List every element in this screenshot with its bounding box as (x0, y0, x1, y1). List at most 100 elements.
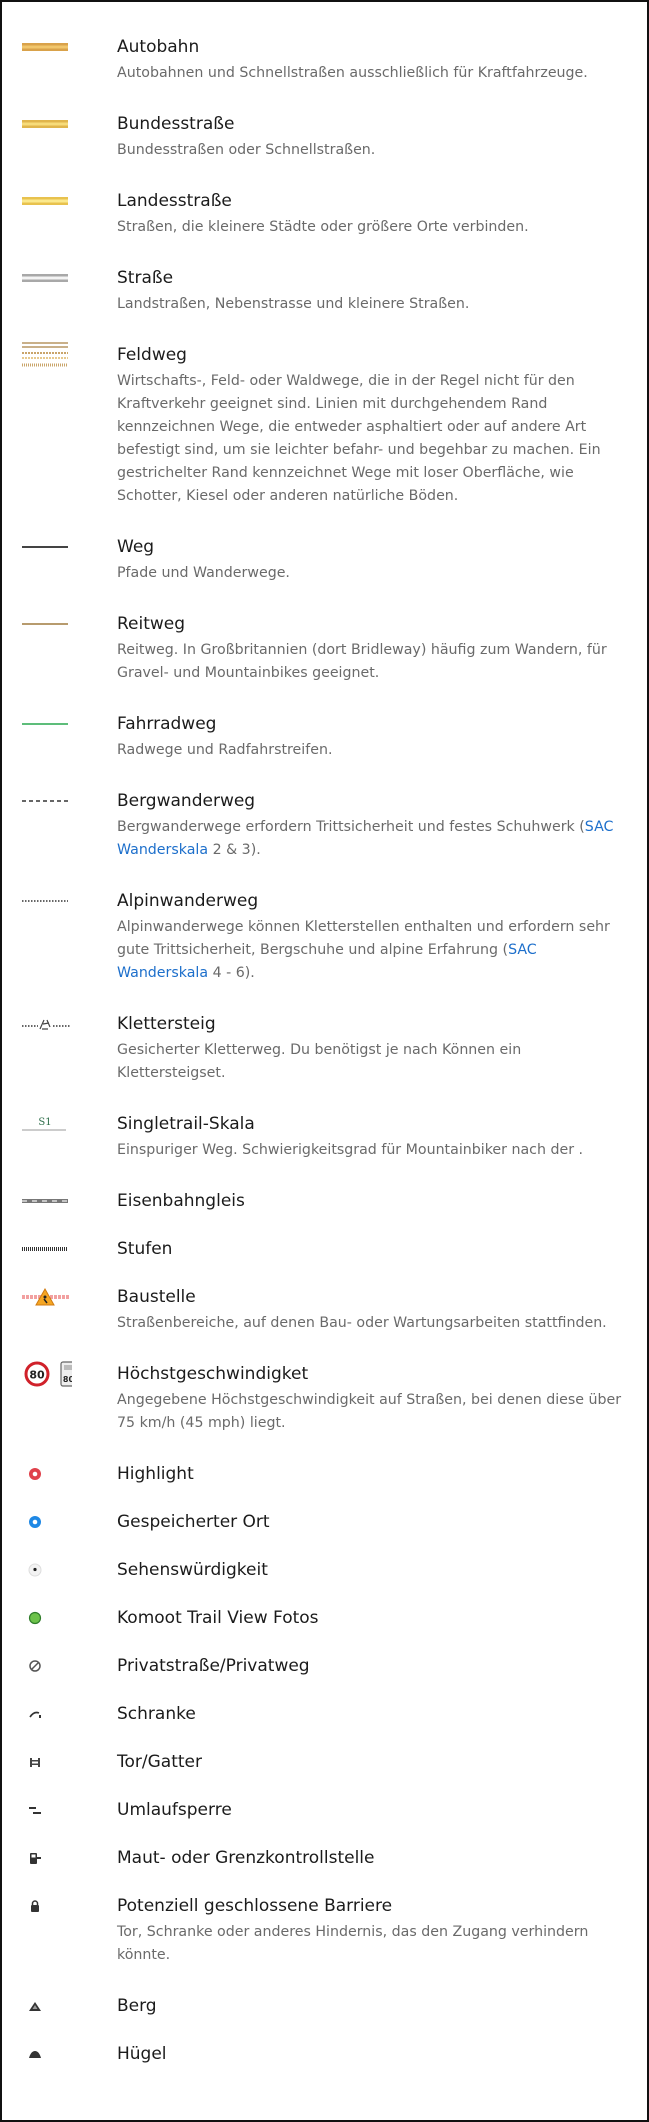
singletrail-s1-icon: S1 (22, 1111, 72, 1137)
legend-item-title: Reitweg (117, 614, 186, 634)
legend-item: Privatstraße/Privatweg (2, 1643, 647, 1691)
legend-item: Alpinwanderweg Alpinwanderwege können Kle… (2, 878, 647, 1001)
landesstrasse-line-icon (22, 188, 72, 214)
svg-text:S1: S1 (38, 1117, 51, 1128)
legend-item-title: Autobahn (117, 37, 200, 57)
legend-item: Gespeicherter Ort (2, 1499, 647, 1547)
description-text: Einspuriger Weg. Schwierigkeitsgrad für … (117, 1142, 584, 1158)
steps-line-icon (22, 1236, 72, 1262)
legend-item-title: Berg (117, 1996, 157, 2016)
trail-view-marker-icon (22, 1605, 78, 1631)
legend-item-title: Bundesstraße (117, 114, 235, 134)
legend-item-title: Maut- oder Grenzkontrollstelle (117, 1848, 375, 1868)
legend-item-title: Alpinwanderweg (117, 891, 259, 911)
speed-limit-icon: 80 80 (22, 1361, 72, 1387)
legend-item-title: Umlaufsperre (117, 1800, 232, 1820)
legend-item-title: Eisenbahngleis (117, 1191, 245, 1211)
legend-item: Stufen (2, 1226, 647, 1274)
svg-text:80: 80 (63, 1375, 72, 1384)
legend-item-title: Stufen (117, 1239, 173, 1259)
description-text: Bundesstraßen oder Schnellstraßen. (117, 142, 376, 158)
legend-item-description: Angegebene Höchstgeschwindigkeit auf Str… (117, 1389, 627, 1435)
description-text: Radwege und Radfahrstreifen. (117, 742, 333, 758)
weg-line-icon (22, 534, 72, 560)
legend-item: Maut- oder Grenzkontrollstelle (2, 1835, 647, 1883)
legend-item-title: Schranke (117, 1704, 196, 1724)
description-text: Pfade und Wanderwege. (117, 565, 290, 581)
legend-item: Fahrradweg Radwege und Radfahrstreifen. (2, 701, 647, 778)
saved-place-marker-icon (22, 1509, 78, 1535)
legend-item-title: Bergwanderweg (117, 791, 256, 811)
feldweg-line-icon (22, 342, 72, 368)
description-text: Bergwanderwege erfordern Trittsicherheit… (117, 819, 585, 835)
legend-item-description: Autobahnen und Schnellstraßen ausschließ… (117, 62, 627, 85)
highlight-marker-icon (22, 1461, 78, 1487)
hill-icon (22, 2041, 78, 2067)
legend-item-description: Straßenbereiche, auf denen Bau- oder War… (117, 1312, 627, 1335)
description-text: Angegebene Höchstgeschwindigkeit auf Str… (117, 1392, 622, 1431)
legend-item-title: Weg (117, 537, 155, 557)
svg-text:80: 80 (29, 1369, 45, 1382)
legend-item: Berg (2, 1983, 647, 2031)
legend-item: Tor/Gatter (2, 1739, 647, 1787)
description-text: Straßenbereiche, auf denen Bau- oder War… (117, 1315, 607, 1331)
legend-item: Schranke (2, 1691, 647, 1739)
description-text: Landstraßen, Nebenstrasse und kleinere S… (117, 296, 470, 312)
legend-item-title: Höchstgeschwindigket (117, 1364, 309, 1384)
legend-item-title: Privatstraße/Privatweg (117, 1656, 310, 1676)
legend-item-title: Fahrradweg (117, 714, 217, 734)
legend-item: Highlight (2, 1451, 647, 1499)
map-legend-panel: Autobahn Autobahnen und Schnellstraßen au… (0, 0, 649, 2122)
legend-item: Komoot Trail View Fotos (2, 1595, 647, 1643)
legend-item: Hügel (2, 2031, 647, 2079)
legend-list: Autobahn Autobahnen und Schnellstraßen au… (2, 24, 647, 2079)
legend-item-title: Tor/Gatter (117, 1752, 202, 1772)
description-text: Gesicherter Kletterweg. Du benötigst je … (117, 1042, 522, 1081)
legend-item-title: Singletrail-Skala (117, 1114, 255, 1134)
legend-item-title: Sehenswürdigkeit (117, 1560, 268, 1580)
legend-item: Reitweg Reitweg. In Großbritannien (dort … (2, 601, 647, 701)
description-text: Wirtschafts-, Feld- oder Waldwege, die i… (117, 373, 601, 504)
legend-item: Umlaufsperre (2, 1787, 647, 1835)
autobahn-line-icon (22, 34, 72, 60)
lock-icon (22, 1893, 78, 1919)
legend-item-description: Alpinwanderwege können Kletterstellen en… (117, 916, 627, 985)
legend-item-title: Klettersteig (117, 1014, 216, 1034)
construction-sign-icon (22, 1284, 72, 1310)
legend-item-title: Straße (117, 268, 174, 288)
legend-item-title: Potenziell geschlossene Barriere (117, 1896, 393, 1916)
reitweg-line-icon (22, 611, 72, 637)
legend-item-title: Hügel (117, 2044, 167, 2064)
legend-item-description: Pfade und Wanderwege. (117, 562, 627, 585)
legend-item-description: Landstraßen, Nebenstrasse und kleinere S… (117, 293, 627, 316)
gate-icon (22, 1749, 78, 1775)
strasse-line-icon (22, 265, 72, 291)
legend-item: Bergwanderweg Bergwanderwege erfordern Tr… (2, 778, 647, 878)
legend-item: Bundesstraße Bundesstraßen oder Schnellst… (2, 101, 647, 178)
bergwanderweg-dashed-icon (22, 788, 72, 814)
legend-item: S1 Singletrail-Skala Einspuriger Weg. Schw… (2, 1101, 647, 1178)
railway-line-icon (22, 1188, 72, 1214)
toll-booth-icon (22, 1845, 78, 1871)
legend-item: Eisenbahngleis (2, 1178, 647, 1226)
alpinwanderweg-dotted-icon (22, 888, 72, 914)
legend-item-description: Bergwanderwege erfordern Trittsicherheit… (117, 816, 627, 862)
description-text: 4 - 6). (208, 965, 255, 981)
klettersteig-icon (22, 1011, 72, 1037)
description-text: Straßen, die kleinere Städte oder größer… (117, 219, 529, 235)
legend-item-description: Bundesstraßen oder Schnellstraßen. (117, 139, 627, 162)
description-text: Autobahnen und Schnellstraßen ausschließ… (117, 65, 588, 81)
legend-item-title: Feldweg (117, 345, 187, 365)
legend-item: Klettersteig Gesicherter Kletterweg. Du b… (2, 1001, 647, 1101)
legend-item: Feldweg Wirtschafts-, Feld- oder Waldwege… (2, 332, 647, 524)
legend-item-description: Straßen, die kleinere Städte oder größer… (117, 216, 627, 239)
legend-item: Sehenswürdigkeit (2, 1547, 647, 1595)
description-text: Reitweg. In Großbritannien (dort Bridlew… (117, 642, 607, 681)
legend-item-title: Komoot Trail View Fotos (117, 1608, 319, 1628)
description-text: 2 & 3). (208, 842, 261, 858)
legend-item-description: Reitweg. In Großbritannien (dort Bridlew… (117, 639, 627, 685)
legend-item: Straße Landstraßen, Nebenstrasse und klei… (2, 255, 647, 332)
bundesstrasse-line-icon (22, 111, 72, 137)
cycle-barrier-icon (22, 1797, 78, 1823)
description-text: Tor, Schranke oder anderes Hindernis, da… (117, 1924, 589, 1963)
